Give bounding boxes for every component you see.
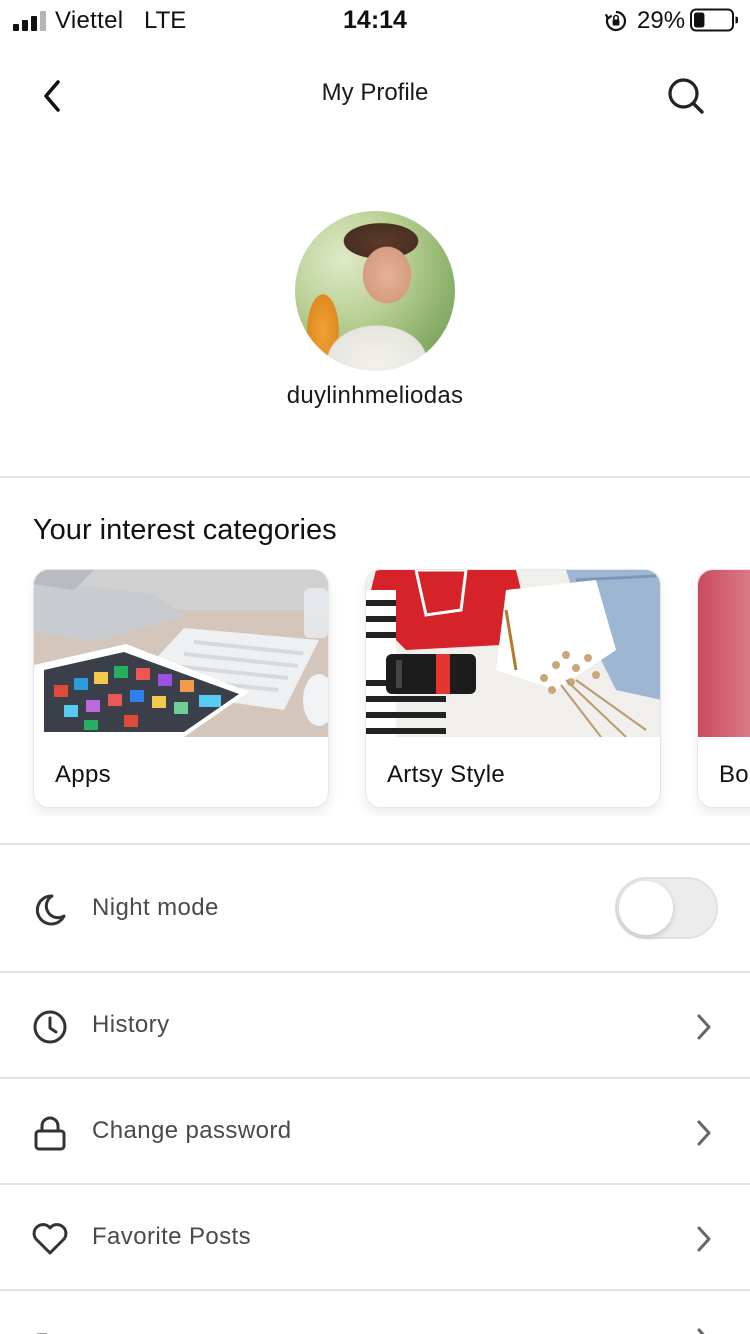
- interest-card-artsy-style[interactable]: Artsy Style: [365, 569, 661, 808]
- interest-card-label: Apps: [55, 761, 111, 788]
- toggle-knob: [619, 881, 673, 935]
- moon-icon: [30, 890, 70, 930]
- status-bar: Viettel LTE 14:14 29%: [0, 0, 750, 40]
- chevron-right-icon: [697, 1226, 711, 1252]
- interest-card-label: Artsy Style: [387, 761, 505, 788]
- orientation-lock-icon: [604, 10, 627, 32]
- chevron-right-icon: [697, 1014, 711, 1040]
- favorite-posts-label: Favorite Posts: [92, 1223, 251, 1250]
- favorite-posts-row[interactable]: Favorite Posts: [0, 1185, 750, 1289]
- lock-icon: [30, 1113, 70, 1153]
- change-password-label: Change password: [92, 1117, 292, 1144]
- battery-icon: [690, 8, 738, 32]
- interest-card-partial[interactable]: Bo: [697, 569, 750, 808]
- avatar[interactable]: [295, 211, 455, 371]
- battery-percent: 29%: [637, 7, 686, 34]
- history-label: History: [92, 1011, 170, 1038]
- section-divider: [0, 843, 750, 845]
- page-title: My Profile: [321, 79, 429, 106]
- search-button[interactable]: [660, 70, 712, 122]
- night-mode-toggle[interactable]: [615, 877, 718, 939]
- heart-icon: [30, 1219, 70, 1259]
- bo-card-image: [698, 570, 750, 737]
- chevron-right-icon: [697, 1328, 705, 1334]
- section-divider: [0, 476, 750, 478]
- interest-card-label: Bo: [719, 761, 749, 788]
- search-icon: [668, 78, 704, 114]
- clock-icon: [30, 1007, 70, 1047]
- interest-card-apps[interactable]: Apps: [33, 569, 329, 808]
- night-mode-label: Night mode: [92, 894, 219, 921]
- artsy-card-image: [366, 570, 660, 737]
- username: duylinhmeliodas: [286, 382, 464, 409]
- interest-carousel[interactable]: Apps Artsy Style Bo: [0, 566, 750, 816]
- history-row[interactable]: History: [0, 973, 750, 1077]
- next-settings-row[interactable]: [0, 1291, 750, 1334]
- profile-screen: Viettel LTE 14:14 29% My Profile duylinh…: [0, 0, 750, 1334]
- partial-row-icon: [30, 1327, 70, 1334]
- change-password-row[interactable]: Change password: [0, 1079, 750, 1183]
- apps-card-image: [34, 570, 328, 737]
- interest-section-title: Your interest categories: [33, 514, 337, 546]
- chevron-right-icon: [697, 1120, 711, 1146]
